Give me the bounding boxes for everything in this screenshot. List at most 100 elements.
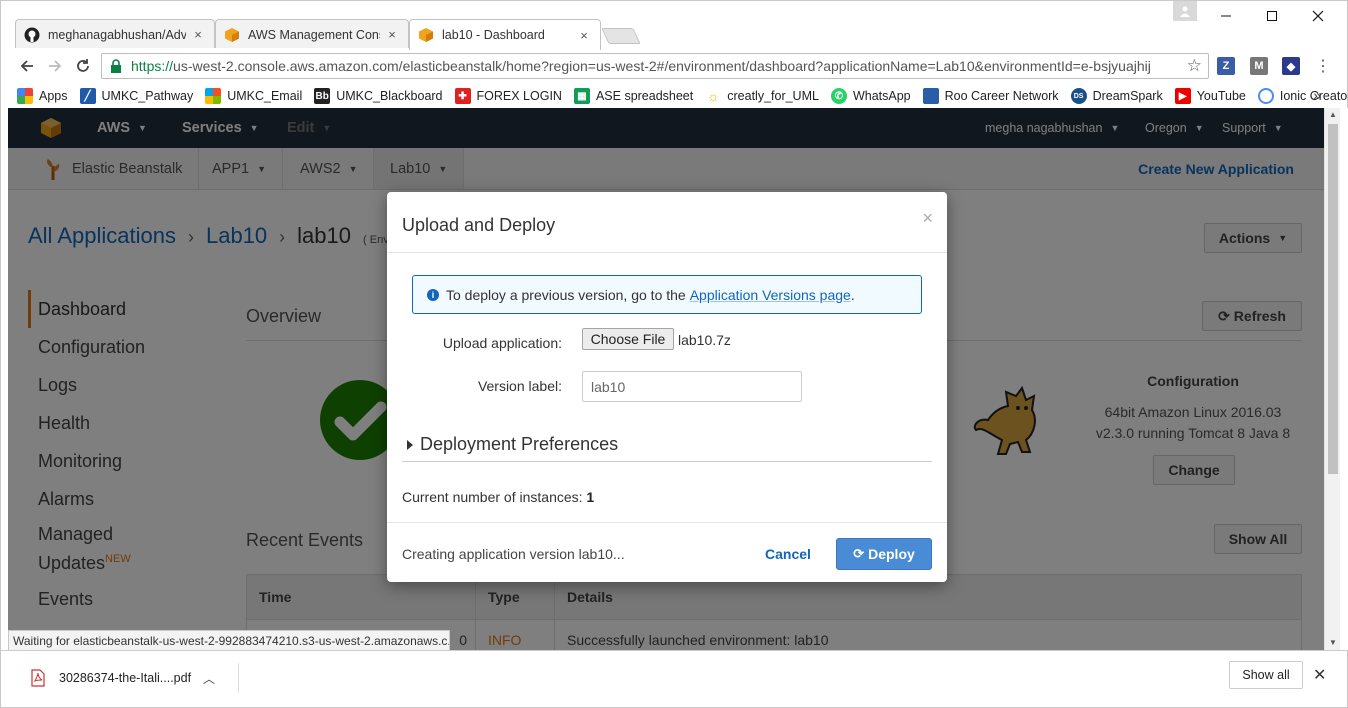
bookmark-label: DreamSpark: [1092, 89, 1163, 103]
url-text: us-west-2.console.aws.amazon.com/elastic…: [173, 58, 1151, 74]
info-text: To deploy a previous version, go to the: [446, 286, 686, 303]
arrow-right-icon: [49, 60, 62, 72]
window-close-button[interactable]: [1295, 1, 1341, 31]
maximize-button[interactable]: [1249, 1, 1295, 31]
instance-count-value: 1: [586, 489, 595, 505]
sun-icon: ☼: [706, 88, 720, 104]
bookmark-youtube[interactable]: ▶ YouTube: [1174, 88, 1246, 104]
instance-count-label: Current number of instances:: [402, 489, 583, 505]
status-bubble: Waiting for elasticbeanstalk-us-west-2-9…: [8, 630, 450, 650]
tab-title: AWS Management Cons: [248, 27, 380, 42]
person-icon: [1180, 6, 1190, 17]
instance-count: Current number of instances: 1: [402, 489, 594, 505]
bookmark-dreamspark[interactable]: DS DreamSpark: [1070, 88, 1163, 104]
divider: [402, 461, 932, 462]
close-icon[interactable]: ✕: [1313, 665, 1326, 685]
tab-close-icon[interactable]: ×: [384, 27, 400, 42]
profile-icon[interactable]: [1173, 1, 1197, 21]
aws-cube-icon: [419, 28, 433, 42]
bookmark-ionic-creator[interactable]: Ionic Creator: [1257, 88, 1348, 104]
whatsapp-icon: ✆: [830, 88, 847, 104]
bookmarks-bar: Apps ╱ UMKC_Pathway UMKC_Email Bb UMKC_Bla…: [0, 84, 1348, 108]
dreamspark-icon: DS: [1070, 88, 1087, 104]
tab-close-icon[interactable]: ×: [190, 27, 206, 42]
bookmark-label: creatly_for_UML: [727, 89, 819, 103]
divider: [387, 252, 947, 253]
deploy-button[interactable]: ⟳ Deploy: [836, 538, 932, 570]
download-shelf: 30286374-the-Itali....pdf ︿ Show all ✕: [0, 650, 1348, 708]
version-label-label: Version label:: [477, 378, 562, 394]
back-button[interactable]: [15, 54, 39, 78]
bookmark-umkc-blackboard[interactable]: Bb UMKC_Blackboard: [314, 88, 443, 104]
tab-aws-console[interactable]: AWS Management Cons ×: [215, 19, 409, 49]
github-icon: [24, 27, 40, 42]
caret-right-icon: [407, 439, 413, 450]
bookmark-label: UMKC_Blackboard: [336, 89, 443, 103]
apps-grid-icon: [17, 88, 33, 104]
tab-lab10-dashboard[interactable]: lab10 - Dashboard ×: [409, 19, 601, 50]
bookmark-label: Apps: [39, 89, 68, 103]
ionic-icon: [1257, 88, 1274, 104]
cancel-button[interactable]: Cancel: [765, 546, 811, 562]
scroll-down-icon[interactable]: ▼: [1325, 636, 1341, 650]
roo-icon: [922, 88, 939, 104]
bookmark-ase-spreadsheet[interactable]: ▦ ASE spreadsheet: [573, 88, 693, 104]
umkc-icon: ╱: [79, 88, 96, 104]
info-icon: i: [427, 288, 439, 301]
scroll-up-icon[interactable]: ▲: [1325, 108, 1341, 122]
version-label-input[interactable]: [582, 371, 802, 402]
bookmark-forex-login[interactable]: ✚ FOREX LOGIN: [454, 88, 562, 104]
scrollbar-thumb[interactable]: [1328, 124, 1338, 474]
bookmark-umkc-pathway[interactable]: ╱ UMKC_Pathway: [79, 88, 194, 104]
chrome-menu-icon[interactable]: ⋮: [1311, 54, 1335, 78]
upload-deploy-dialog: Upload and Deploy × i To deploy a previo…: [387, 192, 947, 582]
bookmark-umkc-email[interactable]: UMKC_Email: [205, 88, 302, 104]
tab-github[interactable]: meghanagabhushan/Adv ×: [15, 19, 215, 49]
dialog-close-icon[interactable]: ×: [922, 208, 933, 229]
arrow-left-icon: [20, 60, 33, 72]
bookmark-star-icon[interactable]: ☆: [1187, 56, 1202, 76]
bookmark-creatly[interactable]: ☼ creatly_for_UML: [705, 88, 819, 104]
window-edge: [0, 108, 8, 650]
browser-titlebar: meghanagabhushan/Adv × AWS Management Co…: [0, 0, 1348, 50]
new-tab-button[interactable]: [601, 28, 641, 44]
bookmark-whatsapp[interactable]: ✆ WhatsApp: [830, 88, 911, 104]
dialog-footer: Creating application version lab10... Ca…: [387, 522, 947, 582]
page-viewport: AWS▼ Services▼ Edit▼ megha nagabhushan▼ …: [8, 108, 1324, 650]
extension-icon-2[interactable]: ◆: [1282, 57, 1300, 75]
zotero-extension-icon[interactable]: Z: [1217, 57, 1235, 75]
bookmark-label: Roo Career Network: [944, 89, 1059, 103]
application-versions-link[interactable]: Application Versions page: [690, 287, 851, 303]
choose-file-button[interactable]: Choose File: [582, 328, 674, 350]
reload-button[interactable]: [71, 54, 95, 78]
tab-title: meghanagabhushan/Adv: [48, 27, 186, 42]
tab-close-icon[interactable]: ×: [576, 28, 592, 43]
show-all-downloads-button[interactable]: Show all: [1229, 661, 1303, 689]
aws-cube-icon: [225, 27, 239, 42]
upload-application-label: Upload application:: [442, 335, 562, 351]
dialog-title: Upload and Deploy: [402, 215, 556, 235]
bookmark-label: UMKC_Pathway: [101, 89, 194, 103]
address-bar[interactable]: https:// us-west-2.console.aws.amazon.co…: [101, 53, 1209, 79]
forward-button[interactable]: [43, 54, 67, 78]
minimize-button[interactable]: [1203, 1, 1249, 31]
bookmark-label: UMKC_Email: [227, 89, 303, 103]
page-scrollbar[interactable]: ▲ ▼: [1324, 108, 1340, 650]
chevron-up-icon[interactable]: ︿: [203, 670, 215, 687]
tab-title: lab10 - Dashboard: [442, 28, 545, 42]
forex-icon: ✚: [454, 88, 471, 104]
bookmark-roo-career[interactable]: Roo Career Network: [922, 88, 1059, 104]
bookmark-label: YouTube: [1196, 89, 1246, 103]
pdf-file-icon: [31, 669, 45, 687]
info-alert: i To deploy a previous version, go to th…: [412, 275, 922, 314]
deployment-preferences-toggle[interactable]: Deployment Preferences: [407, 434, 618, 455]
bookmark-label: FOREX LOGIN: [476, 89, 562, 103]
refresh-icon: ⟳: [853, 546, 865, 561]
windows-icon: [205, 88, 222, 104]
download-item[interactable]: 30286374-the-Itali....pdf ︿: [21, 663, 239, 693]
extension-icon[interactable]: M: [1250, 57, 1268, 75]
bookmark-apps[interactable]: Apps: [17, 88, 68, 104]
bookmarks-more-icon[interactable]: »: [1313, 87, 1321, 103]
download-file-name: 30286374-the-Itali....pdf: [59, 671, 192, 685]
selected-file-name: lab10.7z: [678, 332, 731, 348]
